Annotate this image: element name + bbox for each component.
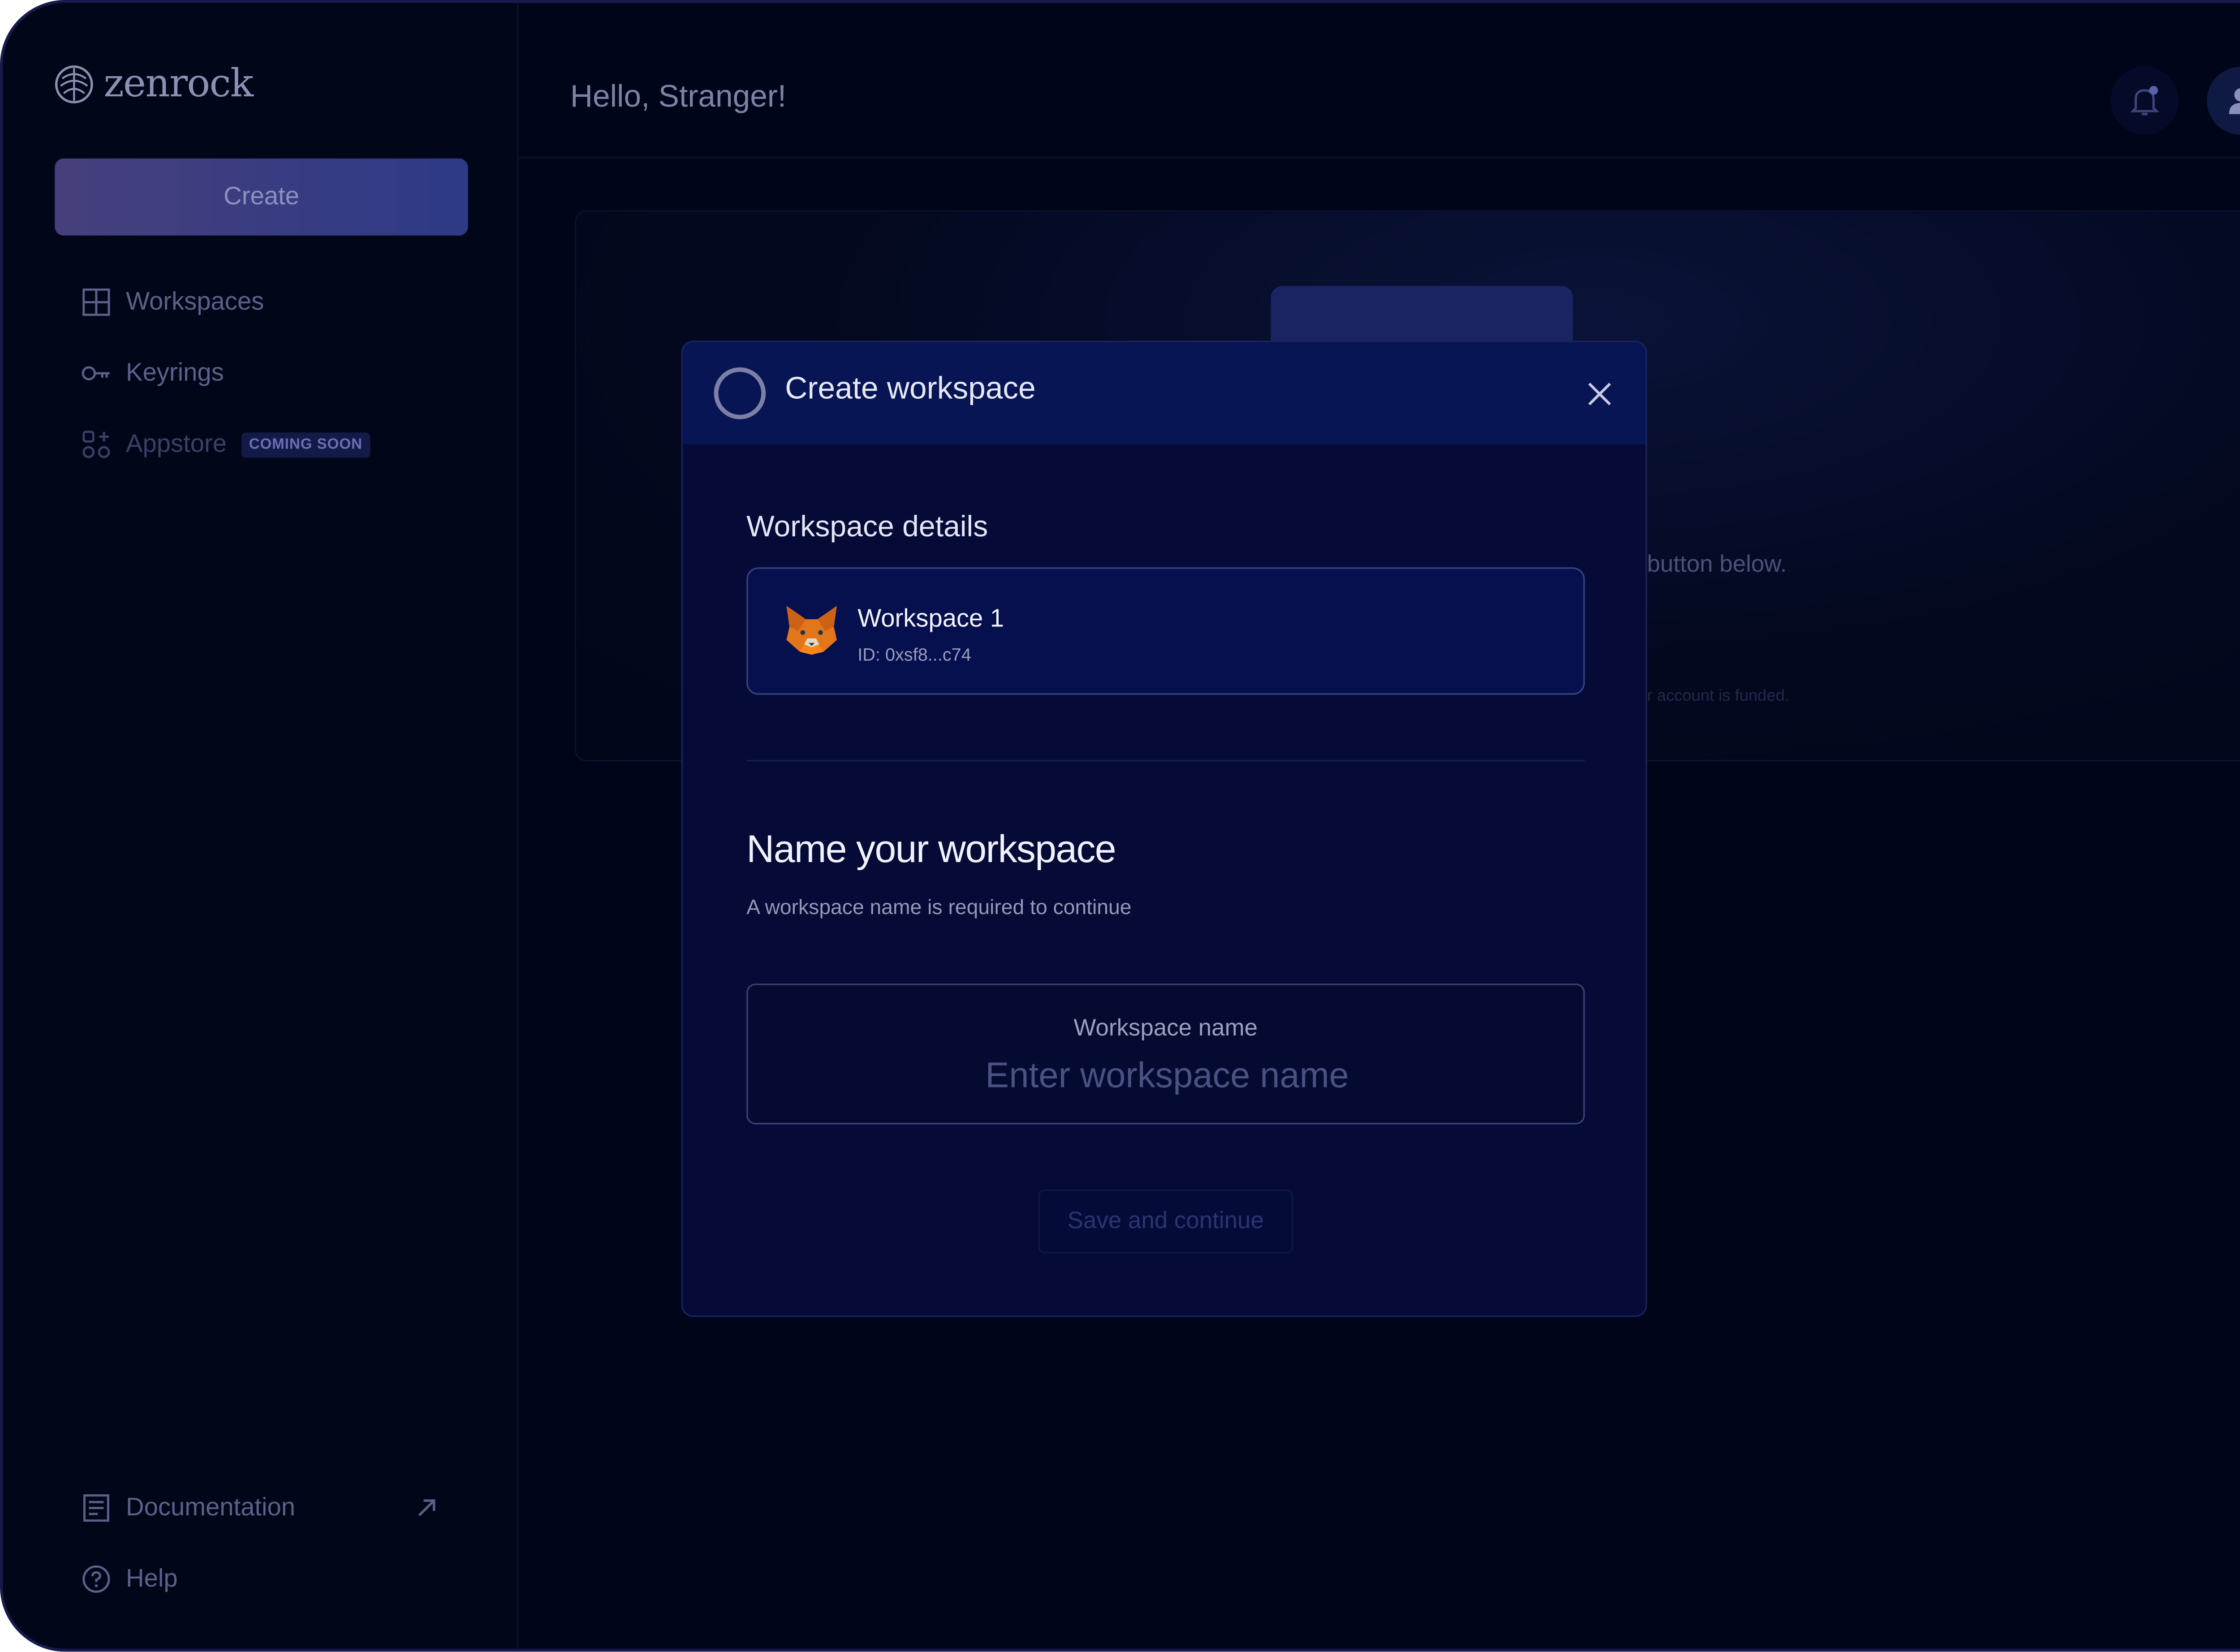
sidebar-item-label: Appstore	[126, 429, 227, 458]
workspace-id: ID: 0xsf8...c74	[857, 644, 971, 665]
sidebar-item-label: Help	[126, 1564, 178, 1593]
page-greeting: Hello, Stranger!	[570, 80, 787, 114]
workspace-name-label: Workspace name	[1073, 1016, 1258, 1042]
sidebar-item-documentation[interactable]: Documentation	[82, 1493, 437, 1523]
section-divider	[746, 760, 1585, 762]
modal-title: Create workspace	[785, 371, 1036, 406]
name-workspace-subtitle: A workspace name is required to continue	[746, 894, 1132, 919]
app-window: zenrock Create Workspaces Keyrings Appst…	[0, 0, 2240, 1652]
logo-text: zenrock	[103, 62, 254, 107]
sidebar-item-label: Workspaces	[126, 287, 264, 316]
sidebar-item-workspaces[interactable]: Workspaces	[82, 287, 264, 317]
workspace-name-field[interactable]: Workspace name	[746, 983, 1585, 1125]
grid-icon	[82, 288, 110, 316]
notifications-button[interactable]	[2111, 66, 2179, 135]
save-and-continue-button[interactable]: Save and continue	[1038, 1189, 1293, 1253]
document-icon	[83, 1494, 109, 1522]
help-icon	[82, 1565, 110, 1593]
zenrock-logo-icon	[55, 65, 93, 104]
create-button[interactable]: Create	[55, 158, 468, 236]
external-link-icon	[418, 1499, 435, 1517]
sidebar: zenrock Create Workspaces Keyrings Appst…	[3, 3, 519, 1649]
apps-icon	[82, 431, 110, 458]
progress-ring-icon	[714, 367, 766, 419]
user-icon	[2229, 88, 2240, 114]
background-note-text: r account is funded.	[1647, 687, 1789, 705]
topbar-divider	[518, 157, 2240, 159]
background-hint-text: button below.	[1647, 552, 1787, 578]
profile-button[interactable]	[2207, 66, 2240, 135]
name-workspace-heading: Name your workspace	[746, 826, 1116, 871]
fox-icon	[786, 606, 837, 655]
sidebar-item-label: Documentation	[126, 1493, 296, 1522]
sidebar-item-help[interactable]: Help	[82, 1564, 178, 1594]
workspace-name-input[interactable]	[777, 1053, 1557, 1101]
create-workspace-modal: Create workspace Workspace details Works…	[681, 341, 1647, 1317]
workspace-card: Workspace 1 ID: 0xsf8...c74	[746, 567, 1585, 695]
modal-header: Create workspace	[683, 342, 1646, 444]
sidebar-item-label: Keyrings	[126, 358, 224, 387]
workspace-details-heading: Workspace details	[746, 511, 988, 544]
logo[interactable]: zenrock	[53, 62, 254, 107]
coming-soon-badge: COMING SOON	[241, 431, 370, 457]
key-icon	[82, 366, 110, 380]
workspace-name: Workspace 1	[857, 604, 1004, 633]
close-icon[interactable]	[1583, 378, 1616, 410]
sidebar-item-appstore: Appstore COMING SOON	[82, 430, 370, 459]
bell-icon	[2130, 86, 2160, 116]
sidebar-item-keyrings[interactable]: Keyrings	[82, 358, 224, 388]
